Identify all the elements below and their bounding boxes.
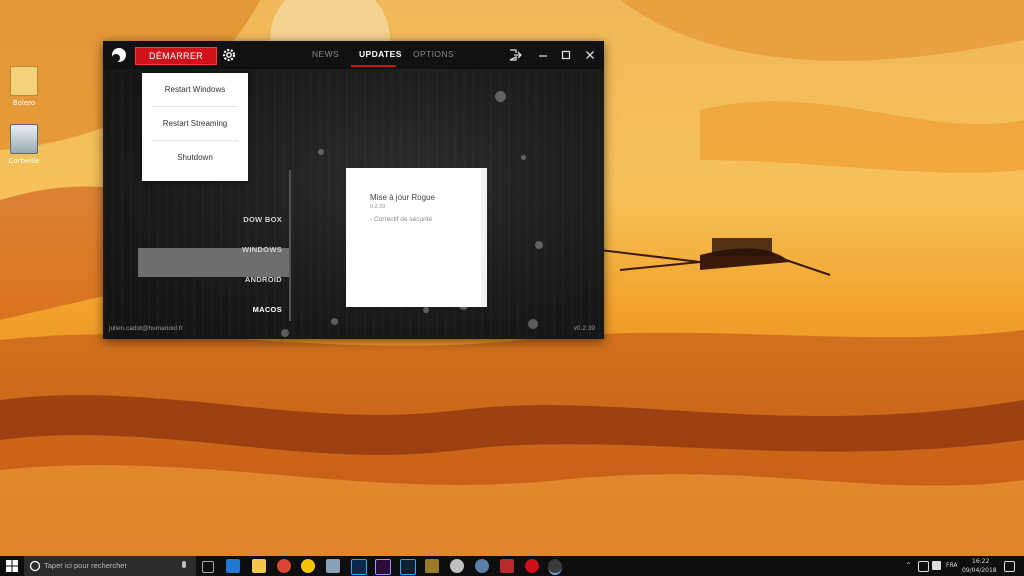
maximize-icon[interactable] xyxy=(558,47,574,63)
app-icon-blue[interactable] xyxy=(475,559,489,573)
particle xyxy=(535,241,543,249)
particle xyxy=(495,91,506,102)
photoshop-icon[interactable] xyxy=(351,559,367,575)
tab-options[interactable]: OPTIONS xyxy=(413,41,454,69)
menu-item-shutdown[interactable]: Shutdown xyxy=(152,141,238,174)
rogue-app-icon[interactable] xyxy=(548,559,562,575)
premiere-icon[interactable] xyxy=(375,559,391,575)
menu-item-restart-streaming[interactable]: Restart Streaming xyxy=(152,107,238,141)
particle xyxy=(423,307,429,313)
app-icon-red[interactable] xyxy=(500,559,514,573)
active-tab-underline xyxy=(351,65,396,67)
logout-icon[interactable] xyxy=(507,47,523,63)
app-icon-yellow[interactable] xyxy=(301,559,315,573)
chrome-icon[interactable] xyxy=(277,559,291,573)
app-version: v0.2.39 xyxy=(573,325,595,332)
user-email: julien.cadot@humanoid.fr xyxy=(109,325,183,332)
particle xyxy=(331,318,338,325)
volume-icon[interactable] xyxy=(932,561,941,570)
notifications-icon[interactable] xyxy=(1004,561,1015,572)
app-titlebar: DÉMARRER NEWS UPDATES OPTIONS xyxy=(103,41,604,69)
clock-time[interactable]: 16:22 xyxy=(972,558,989,565)
lightroom-icon[interactable] xyxy=(400,559,416,575)
app-logo-icon[interactable] xyxy=(111,47,127,63)
update-scrollbar[interactable] xyxy=(481,168,487,307)
desktop-icon-label: Corbeille xyxy=(8,157,40,165)
microphone-icon xyxy=(182,561,186,568)
menu-item-restart-windows[interactable]: Restart Windows xyxy=(152,73,238,107)
recycle-bin-icon xyxy=(10,124,38,154)
task-view-icon[interactable] xyxy=(202,561,214,573)
windows-start-icon[interactable] xyxy=(6,560,18,572)
minimize-icon[interactable] xyxy=(535,47,551,63)
app-icon-grey[interactable] xyxy=(450,559,464,573)
update-title: Mise à jour Rogue xyxy=(370,193,435,202)
os-item-macos[interactable]: MACOS xyxy=(253,305,282,314)
desktop-icon-label: Bolero xyxy=(12,99,36,107)
start-button[interactable]: DÉMARRER xyxy=(135,47,217,65)
close-icon[interactable] xyxy=(582,47,598,63)
os-list-divider xyxy=(289,170,291,321)
desktop-icon-recycle-bin[interactable]: Corbeille xyxy=(4,124,44,165)
os-item-dowbox[interactable]: DOW BOX xyxy=(243,215,282,224)
particle xyxy=(521,155,526,160)
opera-icon[interactable] xyxy=(525,559,539,573)
particle xyxy=(281,329,289,337)
tray-chevron-icon[interactable]: ^ xyxy=(906,562,911,569)
app-icon-network[interactable] xyxy=(326,559,340,573)
particle xyxy=(528,319,538,329)
network-icon[interactable] xyxy=(918,561,929,572)
os-item-android[interactable]: ANDROID xyxy=(245,275,282,284)
folder-icon xyxy=(10,66,38,96)
update-version: 0.2.39 xyxy=(370,204,386,210)
os-item-windows[interactable]: WINDOWS xyxy=(242,245,282,254)
file-explorer-icon[interactable] xyxy=(252,559,266,573)
settings-dropdown-menu: Restart Windows Restart Streaming Shutdo… xyxy=(142,73,248,181)
taskbar: Taper ici pour rechercher ^ FRA 16:22 09… xyxy=(0,556,1024,576)
cortana-icon xyxy=(29,560,41,572)
tab-news[interactable]: NEWS xyxy=(312,41,339,69)
particle xyxy=(318,149,324,155)
update-panel: Mise à jour Rogue 0.2.39 - Correctif de … xyxy=(346,168,487,307)
gear-icon[interactable] xyxy=(221,47,237,63)
clock-date[interactable]: 09/04/2018 xyxy=(962,567,997,574)
edge-icon[interactable] xyxy=(226,559,240,573)
search-placeholder: Taper ici pour rechercher xyxy=(44,561,127,570)
desktop-icon-folder[interactable]: Bolero xyxy=(4,66,44,107)
update-note: - Correctif de sécurité xyxy=(370,216,433,223)
taskbar-search[interactable]: Taper ici pour rechercher xyxy=(24,556,196,576)
app-icon-gold[interactable] xyxy=(425,559,439,573)
language-indicator[interactable]: FRA xyxy=(946,562,957,569)
